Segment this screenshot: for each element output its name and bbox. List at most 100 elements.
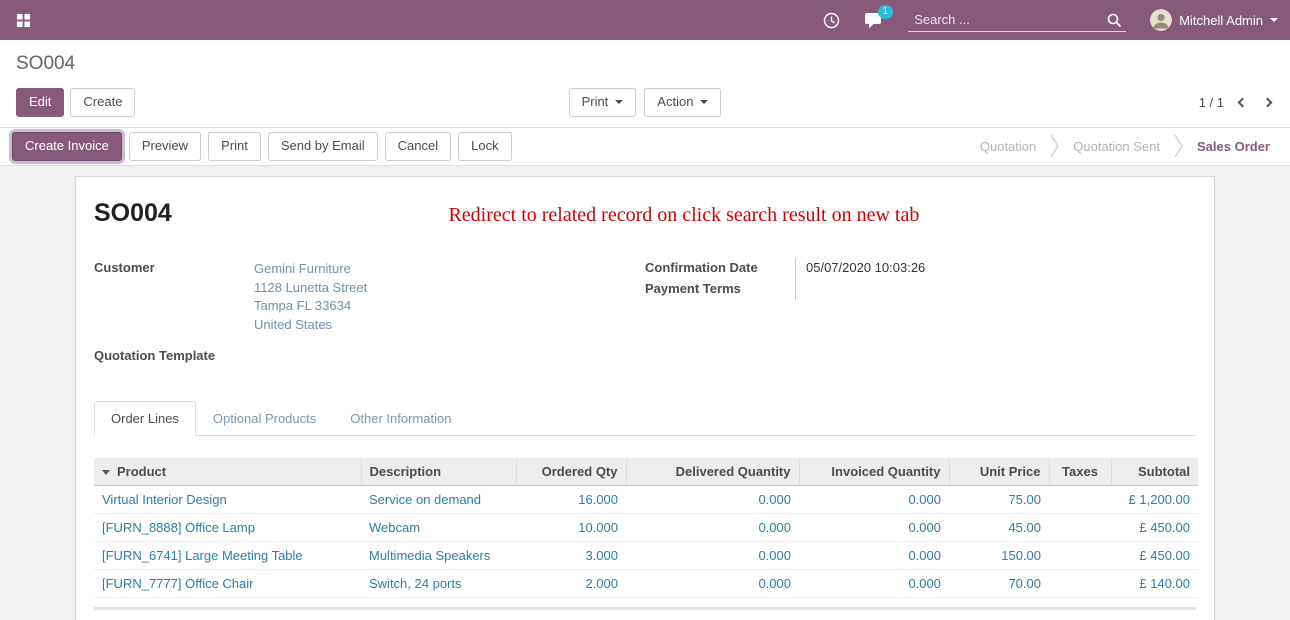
pager-counter: 1 / 1 <box>1199 95 1224 110</box>
user-avatar-image <box>1150 9 1172 31</box>
sort-descending-caret <box>102 470 110 475</box>
status-pipeline: Quotation Quotation Sent Sales Order <box>974 133 1276 159</box>
navbar-right: 1 Mitchell Admin <box>819 8 1278 33</box>
user-name: Mitchell Admin <box>1179 13 1263 28</box>
breadcrumb: SO004 <box>16 53 1274 75</box>
action-menu-label: Action <box>657 94 693 111</box>
confirmation-date-value: 05/07/2020 10:03:26 <box>795 258 1196 279</box>
statusbar-buttons: Create Invoice Preview Print Send by Ema… <box>12 132 512 161</box>
chevron-right-icon <box>1263 97 1273 107</box>
sheet-header: SO004 Redirect to related record on clic… <box>94 199 1196 228</box>
delivered-qty-cell: 0.000 <box>626 514 799 542</box>
unit-price-cell: 45.00 <box>949 514 1049 542</box>
cancel-button[interactable]: Cancel <box>385 132 451 161</box>
subtotal-cell: £ 450.00 <box>1111 514 1198 542</box>
print-button[interactable]: Print <box>208 132 261 161</box>
unit-price-cell: 70.00 <box>949 570 1049 598</box>
header-unit-price[interactable]: Unit Price <box>949 458 1049 486</box>
customer-country: United States <box>254 316 645 335</box>
apps-menu-button[interactable] <box>12 9 35 32</box>
delivered-qty-cell: 0.000 <box>626 542 799 570</box>
table-row[interactable]: [FURN_8888] Office Lamp Webcam 10.000 0.… <box>94 514 1198 542</box>
customer-value[interactable]: Gemini Furniture 1128 Lunetta Street Tam… <box>254 258 645 337</box>
preview-button[interactable]: Preview <box>129 132 201 161</box>
chevron-separator-icon <box>1174 133 1183 159</box>
user-menu[interactable]: Mitchell Admin <box>1150 9 1278 31</box>
header-invoiced-quantity[interactable]: Invoiced Quantity <box>799 458 949 486</box>
pager-next-button[interactable] <box>1261 96 1274 109</box>
table-row[interactable]: [FURN_6741] Large Meeting Table Multimed… <box>94 542 1198 570</box>
description-cell: Multimedia Speakers <box>361 542 516 570</box>
delivered-qty-cell: 0.000 <box>626 486 799 514</box>
taxes-cell <box>1049 542 1111 570</box>
activities-button[interactable] <box>819 8 844 33</box>
create-invoice-button[interactable]: Create Invoice <box>12 132 122 161</box>
ordered-qty-cell: 3.000 <box>516 542 626 570</box>
action-menu-button[interactable]: Action <box>644 88 721 117</box>
messages-button[interactable]: 1 <box>860 8 886 33</box>
search-input[interactable] <box>912 11 1106 28</box>
table-header-row: Product Description Ordered Qty Delivere… <box>94 458 1198 486</box>
product-cell[interactable]: [FURN_6741] Large Meeting Table <box>94 542 361 570</box>
quotation-template-label: Quotation Template <box>94 346 254 365</box>
chevron-down-icon <box>1270 18 1278 22</box>
message-count-badge: 1 <box>878 5 894 19</box>
state-quotation[interactable]: Quotation <box>974 139 1042 154</box>
description-cell: Switch, 24 ports <box>361 570 516 598</box>
chevron-separator-icon <box>1050 133 1059 159</box>
top-navbar: 1 Mitchell Admin <box>0 0 1290 40</box>
sheet-title: SO004 <box>94 199 172 228</box>
apps-grid-icon <box>16 13 31 28</box>
tab-other-information[interactable]: Other Information <box>333 401 468 436</box>
table-row[interactable]: Virtual Interior Design Service on deman… <box>94 486 1198 514</box>
header-description[interactable]: Description <box>361 458 516 486</box>
print-menu-label: Print <box>582 94 609 111</box>
control-panel-buttons: Edit Create Print Action 1 / 1 <box>16 88 1274 117</box>
customer-name-link[interactable]: Gemini Furniture <box>254 260 645 279</box>
chevron-down-icon <box>615 100 623 104</box>
taxes-cell <box>1049 486 1111 514</box>
state-sales-order[interactable]: Sales Order <box>1191 139 1276 154</box>
state-quotation-sent[interactable]: Quotation Sent <box>1067 139 1166 154</box>
taxes-cell <box>1049 514 1111 542</box>
page-title: SO004 <box>16 53 75 74</box>
create-button[interactable]: Create <box>70 88 135 117</box>
pager-previous-button[interactable] <box>1236 96 1249 109</box>
header-subtotal[interactable]: Subtotal <box>1111 458 1198 486</box>
unit-price-cell: 150.00 <box>949 542 1049 570</box>
header-taxes[interactable]: Taxes <box>1049 458 1111 486</box>
quotation-template-value <box>254 346 645 367</box>
tab-optional-products[interactable]: Optional Products <box>196 401 333 436</box>
control-panel: SO004 Edit Create Print Action 1 / 1 <box>0 40 1290 127</box>
edit-button[interactable]: Edit <box>16 88 64 117</box>
header-delivered-quantity[interactable]: Delivered Quantity <box>626 458 799 486</box>
annotation-text: Redirect to related record on click sear… <box>172 199 1196 227</box>
ordered-qty-cell: 16.000 <box>516 486 626 514</box>
table-footer-divider <box>94 607 1196 610</box>
send-by-email-button[interactable]: Send by Email <box>268 132 378 161</box>
table-row[interactable]: [FURN_7777] Office Chair Switch, 24 port… <box>94 570 1198 598</box>
product-cell[interactable]: [FURN_8888] Office Lamp <box>94 514 361 542</box>
customer-city: Tampa FL 33634 <box>254 297 645 316</box>
header-ordered-qty[interactable]: Ordered Qty <box>516 458 626 486</box>
invoiced-qty-cell: 0.000 <box>799 570 949 598</box>
header-product[interactable]: Product <box>94 458 361 486</box>
order-lines-table: Product Description Ordered Qty Delivere… <box>94 458 1198 598</box>
taxes-cell <box>1049 570 1111 598</box>
tab-order-lines[interactable]: Order Lines <box>94 401 196 436</box>
ordered-qty-cell: 10.000 <box>516 514 626 542</box>
subtotal-cell: £ 140.00 <box>1111 570 1198 598</box>
unit-price-cell: 75.00 <box>949 486 1049 514</box>
lock-button[interactable]: Lock <box>458 132 511 161</box>
notebook-tabs: Order Lines Optional Products Other Info… <box>94 401 1196 436</box>
product-cell[interactable]: Virtual Interior Design <box>94 486 361 514</box>
navbar-search <box>908 8 1126 32</box>
confirmation-date-label: Confirmation Date <box>645 258 795 277</box>
description-cell: Service on demand <box>361 486 516 514</box>
product-cell[interactable]: [FURN_7777] Office Chair <box>94 570 361 598</box>
delivered-qty-cell: 0.000 <box>626 570 799 598</box>
invoiced-qty-cell: 0.000 <box>799 486 949 514</box>
search-icon[interactable] <box>1106 12 1122 28</box>
print-menu-button[interactable]: Print <box>569 88 637 117</box>
customer-label: Customer <box>94 258 254 277</box>
